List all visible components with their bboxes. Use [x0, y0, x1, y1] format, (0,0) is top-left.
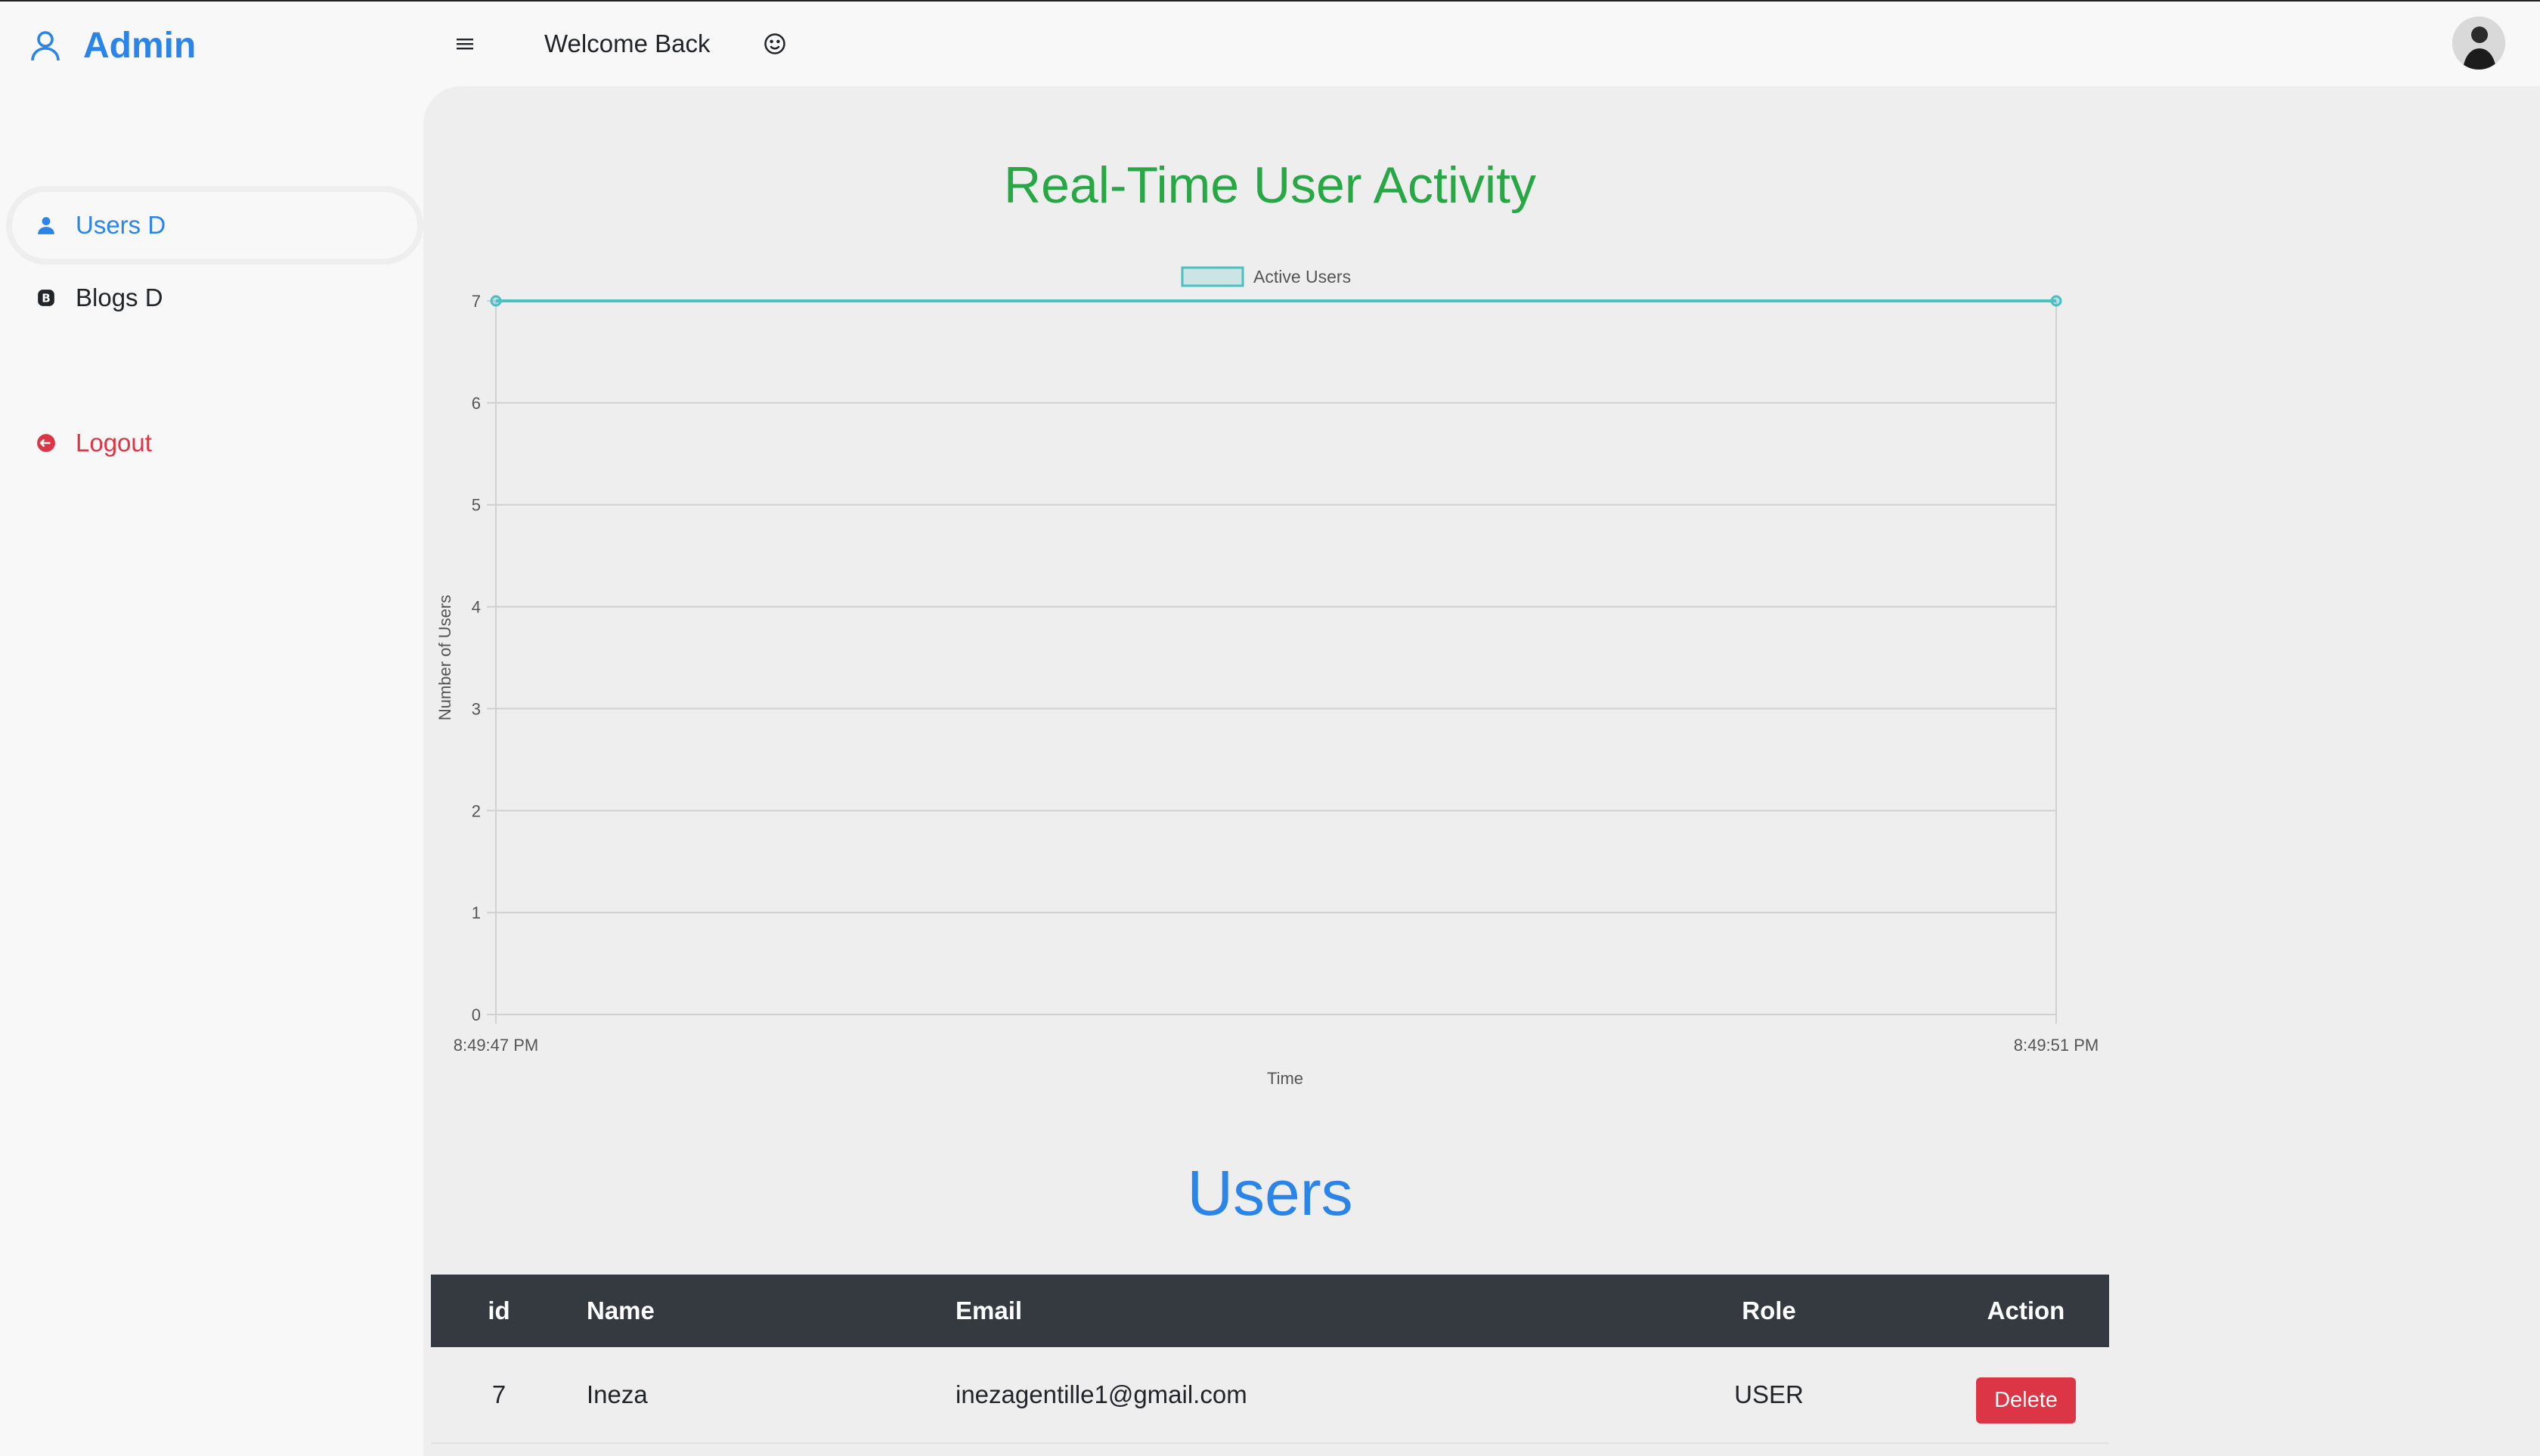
sidebar-item-logout[interactable]: Logout — [12, 410, 417, 476]
x-tick-label: 8:49:47 PM — [454, 1036, 539, 1055]
cell-id: 7 — [491, 1380, 506, 1408]
y-tick-label: 3 — [472, 699, 481, 718]
y-tick-label: 4 — [472, 598, 481, 617]
sidebar: Admin Users D B Blogs D Logout — [0, 2, 423, 1456]
header-id: id — [488, 1296, 510, 1324]
data-point — [2050, 295, 2062, 307]
y-tick-label: 2 — [472, 801, 481, 820]
user-outline-icon — [27, 27, 64, 64]
users-heading: Users — [1187, 1157, 1353, 1228]
user-icon — [35, 214, 57, 237]
y-tick-label: 1 — [472, 903, 481, 922]
activity-chart: 0 1 2 3 4 5 6 7 8:49:47 PM 8:49:51 PM Time Number o… — [435, 266, 2099, 1088]
cell-email: inezagentille1@gmail.com — [956, 1380, 1247, 1408]
y-tick-label: 6 — [472, 394, 481, 413]
brand[interactable]: Admin — [27, 23, 196, 68]
table-row: 7 Ineza inezagentille1@gmail.com USER De… — [431, 1347, 2109, 1444]
header-action: Action — [1987, 1296, 2065, 1324]
welcome-text: Welcome Back — [544, 29, 711, 57]
header-email: Email — [956, 1296, 1023, 1324]
avatar-image — [2452, 17, 2505, 70]
brand-title: Admin — [83, 25, 197, 66]
svg-text:B: B — [42, 291, 51, 305]
sidebar-item-label: Logout — [76, 429, 152, 457]
sidebar-item-label: Blogs D — [76, 283, 163, 311]
chart-title: Real-Time User Activity — [1003, 156, 1537, 214]
sidebar-item-label: Users D — [76, 211, 166, 239]
header-role: Role — [1742, 1296, 1796, 1324]
menu-toggle-button[interactable] — [457, 23, 487, 65]
smile-icon — [764, 23, 794, 65]
x-axis-title: Time — [1267, 1069, 1303, 1088]
data-point — [490, 295, 502, 307]
y-tick-label: 7 — [472, 292, 481, 311]
cell-action: Delete — [1897, 1347, 2154, 1442]
y-tick-label: 0 — [472, 1005, 481, 1024]
logout-icon — [35, 432, 57, 454]
legend-label: Active Users — [1253, 267, 1351, 287]
sidebar-item-blogs[interactable]: B Blogs D — [12, 265, 417, 331]
table-header: id Name Email Role Action — [431, 1275, 2109, 1347]
x-tick-label: 8:49:51 PM — [2014, 1036, 2099, 1055]
cell-role: USER — [1734, 1380, 1804, 1408]
cell-name: Ineza — [587, 1380, 648, 1408]
avatar[interactable] — [2452, 17, 2505, 70]
sidebar-item-users[interactable]: Users D — [12, 192, 417, 259]
y-axis-title: Number of Users — [435, 595, 454, 720]
header-name: Name — [587, 1296, 655, 1324]
blog-icon: B — [35, 287, 57, 309]
y-tick-label: 5 — [472, 496, 481, 515]
delete-button[interactable]: Delete — [1976, 1377, 2076, 1423]
hamburger-icon — [457, 39, 473, 50]
legend-swatch — [1181, 266, 1244, 287]
users-table: id Name Email Role Action 7 Ineza inezag… — [431, 1275, 2109, 1444]
